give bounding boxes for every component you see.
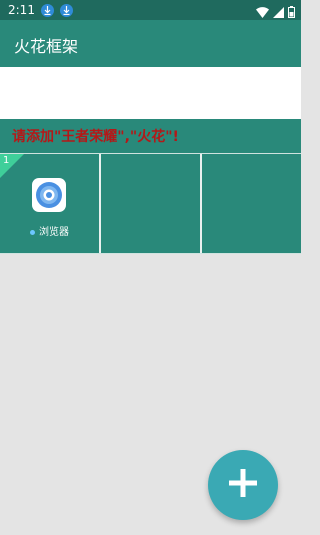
plus-icon — [226, 466, 260, 504]
download-icon — [40, 3, 54, 17]
app-slot-grid: 1 浏览器 — [0, 153, 301, 254]
status-dot-icon — [30, 229, 35, 235]
browser-icon[interactable] — [32, 178, 66, 212]
app-label: 浏览器 — [39, 227, 69, 238]
app-slot-2[interactable] — [101, 154, 202, 253]
status-bar: 2:11 — [0, 0, 301, 20]
app-label-row: 浏览器 — [0, 223, 99, 238]
notice-text: 请添加"王者荣耀","火花"! — [12, 129, 179, 145]
app-slot-3[interactable] — [202, 154, 301, 253]
blank-panel — [0, 67, 301, 119]
status-time: 2:11 — [8, 3, 35, 17]
app-slot-1[interactable]: 1 浏览器 — [0, 154, 101, 253]
download-icon — [59, 3, 73, 17]
notice-banner: 请添加"王者荣耀","火花"! — [0, 119, 301, 153]
page-title: 火花框架 — [14, 37, 79, 56]
app-bar: 火花框架 — [0, 20, 301, 67]
slot-badge-number: 1 — [3, 155, 10, 166]
add-button[interactable] — [208, 450, 278, 520]
